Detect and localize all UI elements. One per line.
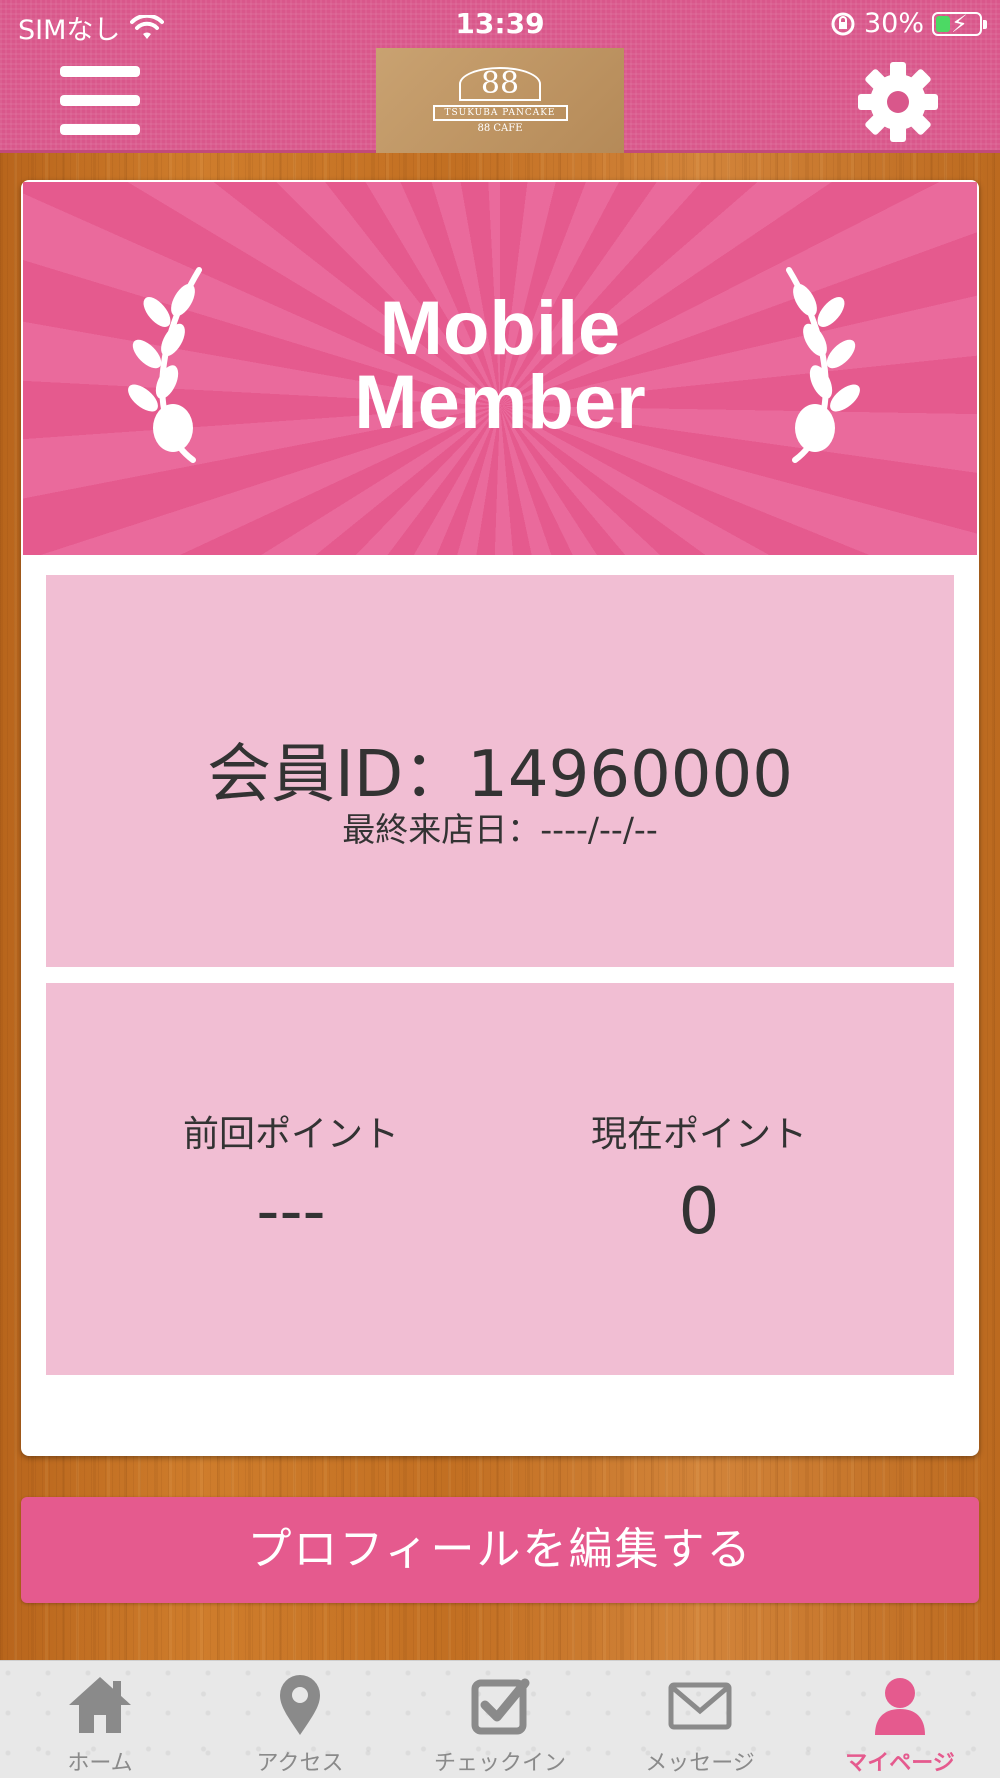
member-id-panel: 会員ID：14960000 最終来店日：----/--/--	[46, 575, 954, 967]
tab-label-checkin: チェックイン	[433, 1751, 566, 1776]
bottom-tab-bar: ホーム アクセス チェックイン メッセージ マイページ	[0, 1660, 1000, 1778]
current-points: 現在ポイント 0	[499, 1105, 899, 1249]
home-icon	[69, 1677, 131, 1733]
person-icon	[875, 1678, 925, 1735]
points-panel: 前回ポイント --- 現在ポイント 0	[46, 983, 954, 1375]
envelope-icon	[668, 1682, 732, 1730]
hamburger-menu-icon[interactable]	[60, 66, 142, 138]
rotation-lock-icon	[831, 12, 855, 35]
tab-label-access: アクセス	[256, 1751, 344, 1776]
member-id: 会員ID：14960000	[207, 738, 793, 812]
status-bar: SIMなし 13:39 30% ⚡	[0, 0, 1000, 50]
map-pin-icon	[280, 1675, 320, 1735]
tab-label-message: メッセージ	[645, 1751, 755, 1776]
tab-checkin[interactable]: チェックイン	[400, 1661, 600, 1778]
previous-points: 前回ポイント ---	[91, 1105, 491, 1249]
member-card: Mobile Member 会員ID：14960000 最終来店日：----/-…	[21, 180, 979, 1456]
battery-percent: 30%	[863, 8, 924, 39]
gear-icon[interactable]	[856, 60, 940, 144]
checkbox-icon	[471, 1678, 530, 1735]
edit-profile-button[interactable]: プロフィールを編集する	[21, 1497, 979, 1603]
current-points-label: 現在ポイント	[590, 1114, 807, 1155]
tab-label-home: ホーム	[67, 1751, 133, 1776]
current-points-value: 0	[678, 1175, 720, 1249]
app-logo: 88 TSUKUBA PANCAKE 88 CAFE	[376, 48, 624, 153]
battery-icon: ⚡	[932, 10, 987, 38]
tab-message[interactable]: メッセージ	[600, 1661, 800, 1778]
logo-number: 88	[458, 67, 542, 101]
logo-ribbon: TSUKUBA PANCAKE	[432, 105, 568, 121]
status-right: 30% ⚡	[830, 8, 987, 39]
previous-points-value: ---	[256, 1175, 326, 1249]
tab-access[interactable]: アクセス	[200, 1661, 400, 1778]
app-header: SIMなし 13:39 30% ⚡ 88 TSUKUBA PANCAKE 88 …	[0, 0, 1000, 153]
previous-points-label: 前回ポイント	[182, 1114, 399, 1155]
mobile-member-banner: Mobile Member	[23, 182, 977, 555]
tab-mypage[interactable]: マイページ	[800, 1661, 1000, 1778]
tab-label-mypage: マイページ	[845, 1751, 955, 1776]
laurel-icon	[786, 267, 860, 463]
tab-home[interactable]: ホーム	[0, 1661, 200, 1778]
logo-sub: 88 CAFE	[477, 123, 523, 134]
last-visit-date: 最終来店日：----/--/--	[342, 810, 658, 849]
